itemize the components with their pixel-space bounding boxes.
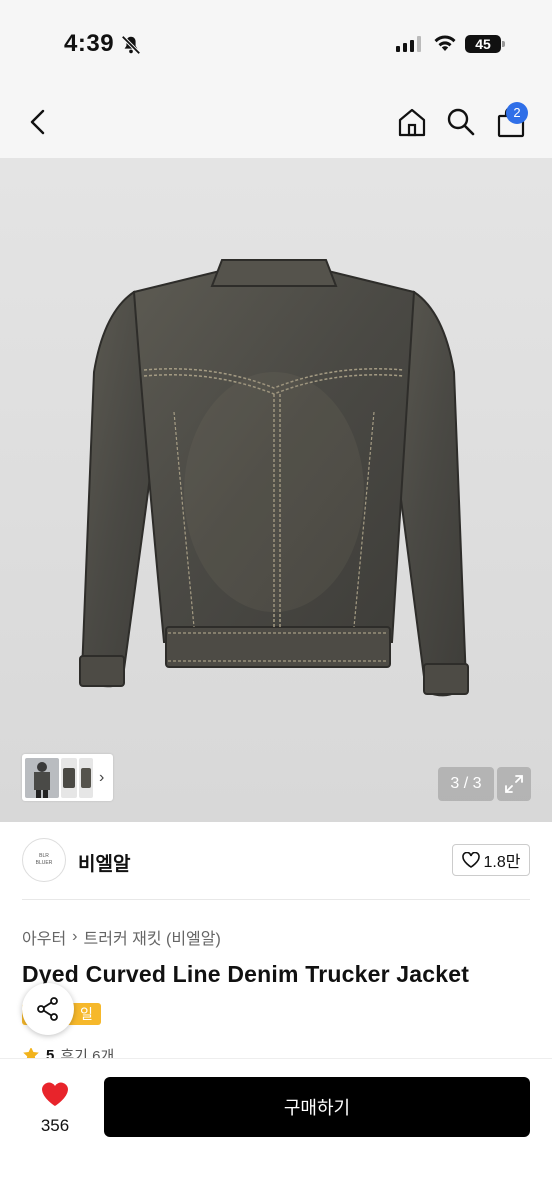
battery-cap: [502, 41, 505, 47]
breadcrumb: 아우터 › 트러커 재킷 (비엘알): [22, 925, 221, 949]
brand-like-count: 1.8만: [483, 854, 521, 871]
thumbnail-strip[interactable]: ›: [22, 754, 113, 801]
thumbnail-jacket-front[interactable]: [61, 757, 77, 798]
share-icon: [37, 997, 58, 1021]
brand-logo-text: BLR: [39, 853, 49, 859]
heart-outline-icon: [461, 852, 480, 868]
search-button[interactable]: [443, 104, 479, 140]
thumbnail-jacket-back[interactable]: [79, 757, 93, 798]
fullscreen-button[interactable]: [497, 767, 531, 801]
expand-icon: [505, 775, 523, 793]
chevron-right-icon[interactable]: ›: [99, 769, 104, 787]
bell-muted-icon: [121, 35, 141, 55]
product-tag-text: 일: [80, 1006, 93, 1022]
product-image-jacket: [79, 259, 469, 697]
chevron-right-icon: ›: [72, 928, 78, 945]
battery-indicator: 45: [465, 35, 501, 53]
bottom-action-bar: 356 구매하기: [0, 1058, 552, 1200]
divider: [22, 899, 530, 900]
brand-logo-subtext: BLUER: [35, 860, 53, 866]
brand-like-button[interactable]: 1.8만: [452, 844, 530, 876]
status-bar: 4:39 45: [0, 0, 552, 90]
home-button[interactable]: [394, 104, 430, 140]
product-title: Dyed Curved Line Denim Trucker Jacket: [22, 961, 470, 987]
brand-logo[interactable]: BLR BLUER: [22, 838, 66, 882]
buy-button[interactable]: 구매하기: [104, 1077, 530, 1137]
wifi-icon: [434, 35, 456, 51]
share-button[interactable]: [22, 983, 74, 1035]
cellular-signal-icon: [396, 36, 421, 52]
image-page-indicator: 3 / 3: [438, 767, 494, 801]
back-button[interactable]: [20, 104, 56, 140]
brand-name[interactable]: 비엘알: [78, 849, 130, 876]
search-icon: [447, 108, 475, 136]
status-time: 4:39: [64, 30, 115, 57]
wishlist-button[interactable]: 356: [30, 1081, 80, 1136]
breadcrumb-category[interactable]: 아우터: [22, 925, 66, 949]
breadcrumb-subcategory[interactable]: 트러커 재킷 (비엘알): [84, 925, 221, 949]
home-icon: [398, 108, 426, 137]
wishlist-count: 356: [40, 1116, 70, 1135]
thumbnail-model[interactable]: [25, 757, 59, 798]
product-image-gallery[interactable]: › 3 / 3: [0, 158, 552, 822]
brand-row[interactable]: BLR BLUER 비엘알 1.8만: [22, 838, 530, 886]
heart-filled-icon: [42, 1082, 68, 1106]
chevron-left-icon: [30, 109, 45, 135]
cart-count-badge: 2: [506, 102, 528, 124]
nav-bar: [0, 90, 552, 158]
